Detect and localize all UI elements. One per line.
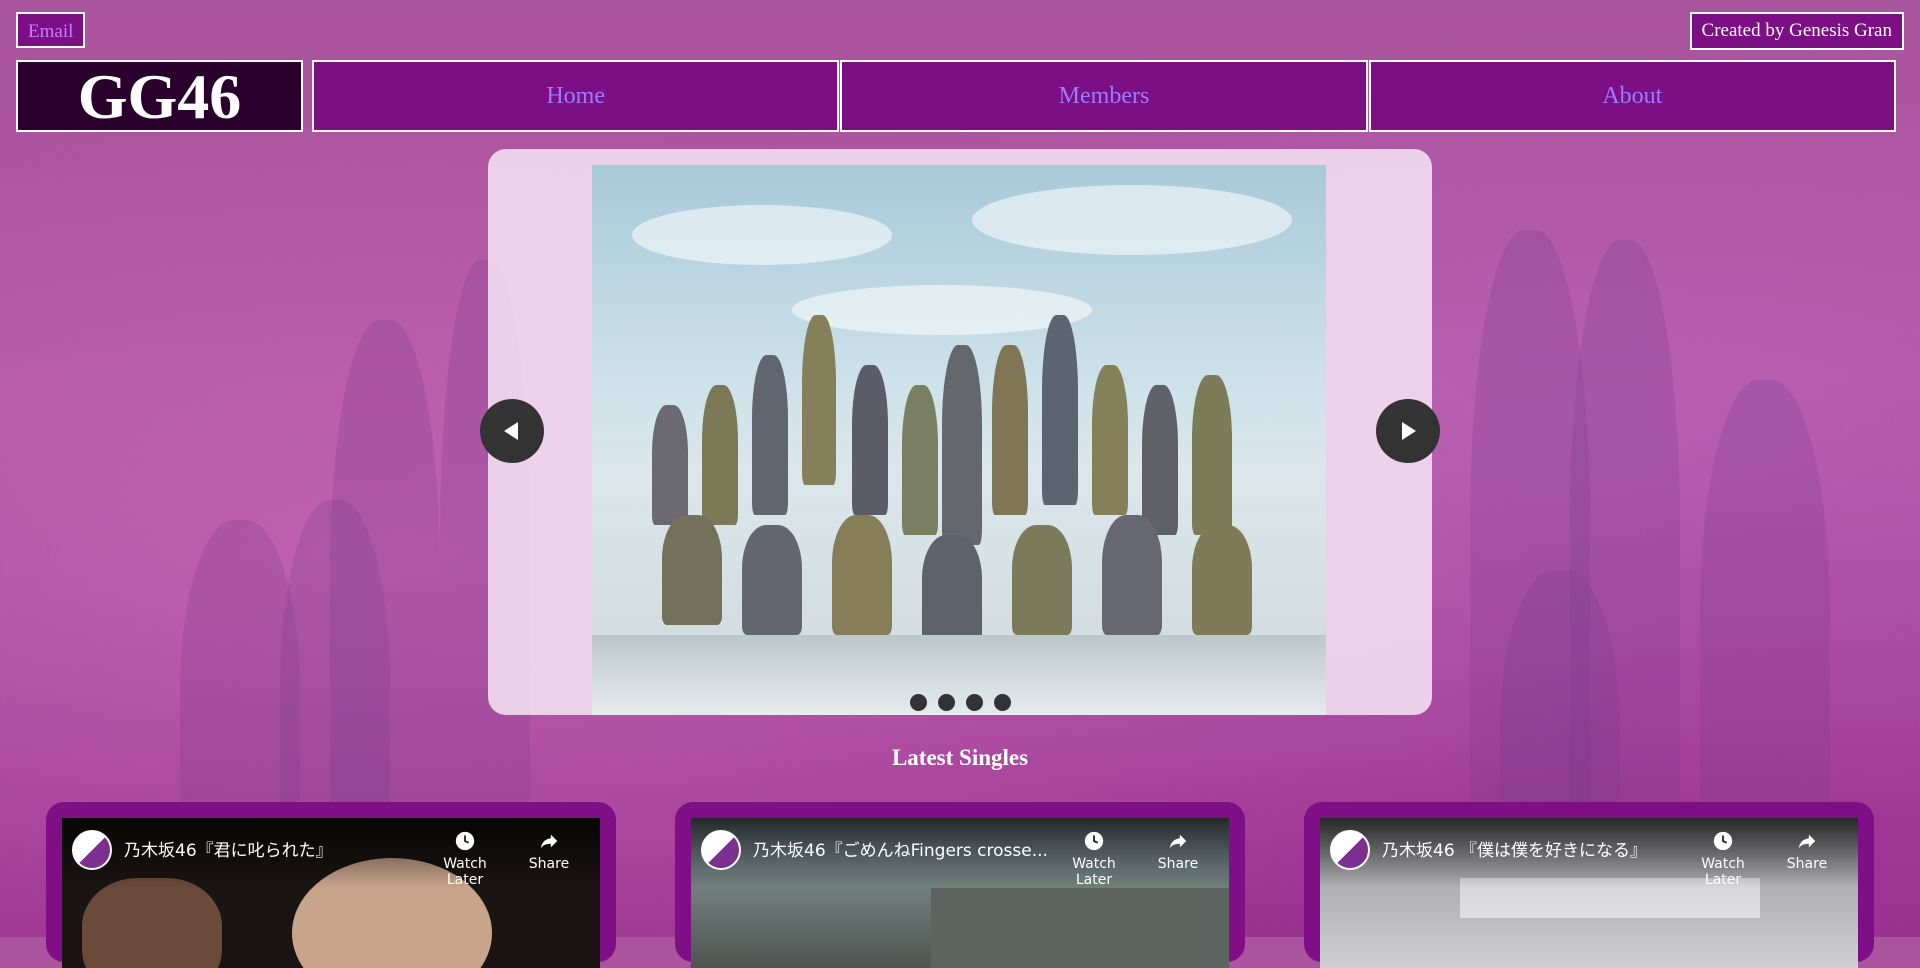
main-nav: Home Members About xyxy=(312,60,1896,132)
latest-singles-heading: Latest Singles xyxy=(891,745,1029,770)
right-arrow-icon xyxy=(1402,422,1416,440)
video-card: 乃木坂46『ごめんねFingers crosse... Watch Later … xyxy=(675,802,1245,968)
clock-icon xyxy=(1084,831,1104,851)
clock-icon xyxy=(455,831,475,851)
watch-later-button[interactable]: Watch Later xyxy=(1059,830,1129,888)
video-card: 乃木坂46『君に叱られた』 Watch Later Share xyxy=(46,802,616,968)
image-carousel xyxy=(480,149,1440,715)
email-link[interactable]: Email xyxy=(16,12,86,48)
watch-later-button[interactable]: Watch Later xyxy=(430,830,500,888)
site-logo[interactable]: GG46 xyxy=(16,60,303,132)
carousel-next-button[interactable] xyxy=(1376,399,1440,463)
share-icon xyxy=(1169,834,1187,849)
left-arrow-icon xyxy=(504,422,518,440)
nav-about[interactable]: About xyxy=(1368,60,1896,132)
nav-home[interactable]: Home xyxy=(312,60,840,132)
channel-avatar[interactable] xyxy=(72,830,112,870)
carousel-dot[interactable] xyxy=(966,694,983,711)
watch-later-button[interactable]: Watch Later xyxy=(1688,830,1758,888)
share-icon xyxy=(540,834,558,849)
video-card: 乃木坂46 『僕は僕を好きになる』 Watch Later Share xyxy=(1304,802,1874,968)
credit-label: Created by Genesis Gran xyxy=(1689,12,1904,50)
carousel-prev-button[interactable] xyxy=(480,399,544,463)
share-button[interactable]: Share xyxy=(1143,830,1213,872)
channel-avatar[interactable] xyxy=(1330,830,1370,870)
nav-members[interactable]: Members xyxy=(840,60,1368,132)
carousel-dot[interactable] xyxy=(910,694,927,711)
share-icon xyxy=(1798,834,1816,849)
channel-avatar[interactable] xyxy=(701,830,741,870)
carousel-dot[interactable] xyxy=(938,694,955,711)
carousel-dot[interactable] xyxy=(994,694,1011,711)
video-title[interactable]: 乃木坂46『君に叱られた』 xyxy=(124,836,424,861)
clock-icon xyxy=(1713,831,1733,851)
share-button[interactable]: Share xyxy=(1772,830,1842,872)
carousel-slide-image xyxy=(592,165,1326,715)
video-title[interactable]: 乃木坂46『ごめんねFingers crosse... xyxy=(753,836,1053,861)
carousel-indicators xyxy=(910,694,1011,711)
video-embed[interactable]: 乃木坂46 『僕は僕を好きになる』 Watch Later Share xyxy=(1320,818,1858,968)
video-embed[interactable]: 乃木坂46『君に叱られた』 Watch Later Share xyxy=(62,818,600,968)
video-embed[interactable]: 乃木坂46『ごめんねFingers crosse... Watch Later … xyxy=(691,818,1229,968)
video-title[interactable]: 乃木坂46 『僕は僕を好きになる』 xyxy=(1382,836,1682,861)
share-button[interactable]: Share xyxy=(514,830,584,872)
